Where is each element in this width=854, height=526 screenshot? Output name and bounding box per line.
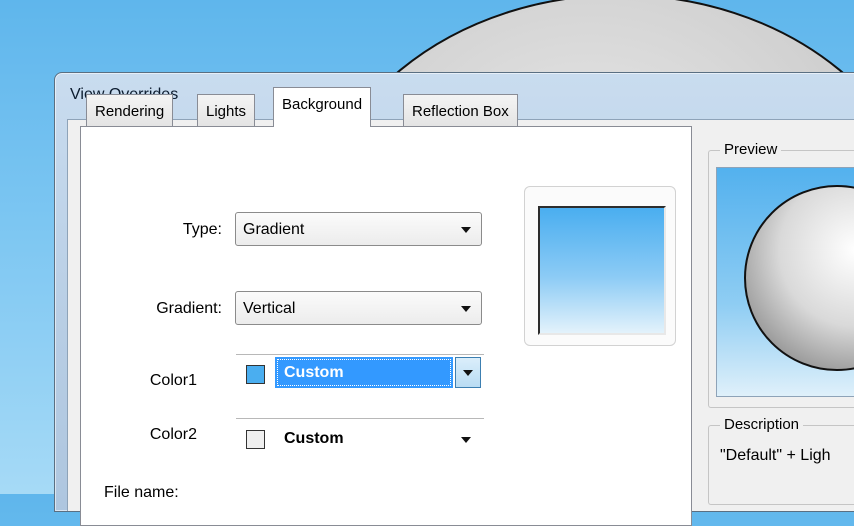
gradient-preview-swatch: [538, 206, 666, 335]
color2-value: Custom: [284, 430, 344, 447]
color2-dropdown[interactable]: Custom: [236, 418, 484, 456]
gradient-label: Gradient:: [156, 300, 222, 317]
gradient-dropdown[interactable]: Vertical: [235, 291, 482, 325]
chevron-down-icon: [461, 227, 471, 233]
type-label: Type:: [182, 221, 222, 238]
tab-lights[interactable]: Lights: [197, 94, 256, 126]
background-preview-frame: [524, 186, 676, 346]
color1-label: Color1: [149, 372, 197, 389]
description-legend: Description: [720, 416, 804, 433]
preview-legend: Preview: [720, 141, 782, 158]
preview-sphere: [744, 185, 854, 371]
description-group: [708, 425, 854, 505]
file-name-label: File name:: [104, 484, 179, 501]
type-dropdown[interactable]: Gradient: [235, 212, 482, 246]
color1-swatch: [246, 365, 265, 384]
tab-background[interactable]: Background: [273, 87, 372, 127]
color1-dropdown-button[interactable]: [455, 357, 481, 388]
gradient-dropdown-value: Vertical: [243, 300, 296, 317]
chevron-down-icon: [461, 437, 471, 443]
description-text: "Default" + Ligh: [720, 447, 831, 464]
preview-viewport: [716, 167, 854, 397]
tab-reflection-box[interactable]: Reflection Box: [403, 94, 518, 126]
color2-label: Color2: [149, 426, 197, 443]
color2-swatch: [246, 430, 265, 449]
type-dropdown-value: Gradient: [243, 221, 305, 238]
tab-rendering[interactable]: Rendering: [86, 94, 174, 126]
chevron-down-icon: [461, 306, 471, 312]
color1-dropdown[interactable]: Custom: [236, 354, 484, 392]
chevron-down-icon: [463, 370, 473, 376]
color1-value: Custom: [284, 364, 344, 381]
